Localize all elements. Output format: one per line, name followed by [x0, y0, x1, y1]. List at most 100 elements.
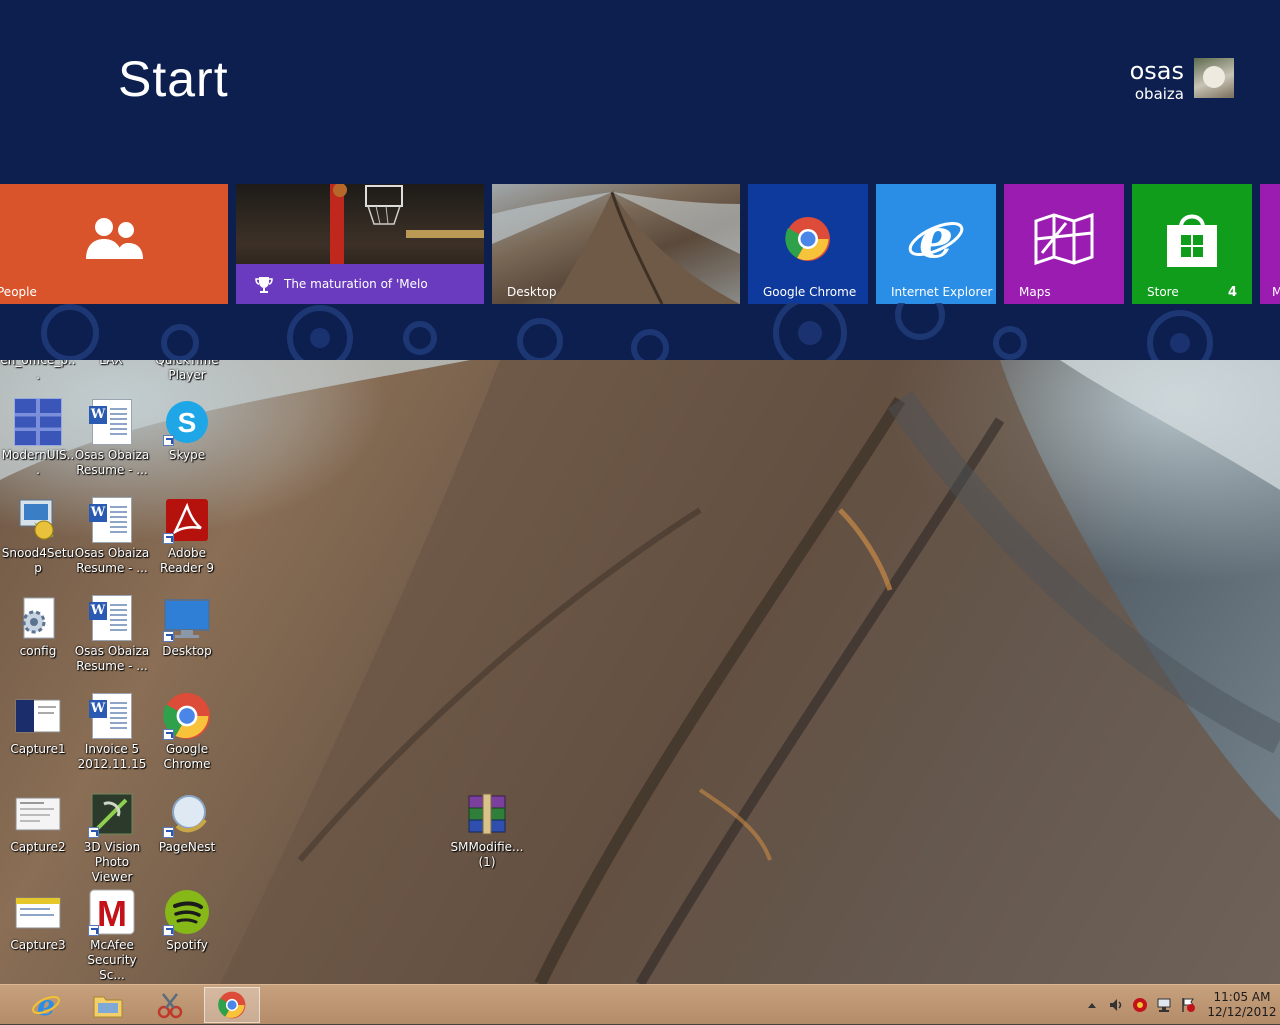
- system-tray: 11:05 AM 12/12/2012: [1080, 985, 1280, 1025]
- spotify-icon: [163, 888, 211, 936]
- desktop-icon-label: Skype: [168, 448, 206, 462]
- desktop-icon-smmodifier[interactable]: SMModifie... (1): [449, 790, 525, 870]
- desktop-icon-capture1[interactable]: Capture1: [0, 692, 76, 757]
- desktop-icon-capture2[interactable]: Capture2: [0, 790, 76, 855]
- desktop-icon-snood4setup[interactable]: Snood4Setup: [0, 496, 76, 576]
- action-center-flag-icon[interactable]: [1178, 995, 1198, 1015]
- tile-people[interactable]: People: [0, 184, 228, 304]
- tile-google-chrome[interactable]: Google Chrome: [748, 184, 868, 304]
- grid-app-icon: [14, 398, 62, 446]
- user-account[interactable]: osas obaiza: [1130, 58, 1234, 104]
- image-file-icon: [14, 790, 62, 838]
- winrar-archive-icon: [463, 790, 511, 838]
- network-icon[interactable]: [1154, 995, 1174, 1015]
- desktop-icon-resume-1[interactable]: W Osas Obaiza Resume - ...: [74, 398, 150, 478]
- desktop-icon-invoice[interactable]: W Invoice 5 2012.11.15: [74, 692, 150, 772]
- desktop-icon-adobe-reader[interactable]: Adobe Reader 9: [149, 496, 225, 576]
- chrome-icon: [163, 692, 211, 740]
- taskbar-internet-explorer[interactable]: e: [18, 987, 74, 1023]
- tile-maps[interactable]: Maps: [1004, 184, 1124, 304]
- taskbar-google-chrome[interactable]: [204, 987, 260, 1023]
- shortcut-arrow-icon: [88, 827, 99, 838]
- maps-icon: [1034, 213, 1094, 266]
- desktop-icon-skype[interactable]: S Skype: [149, 398, 225, 463]
- desktop-icon-label: config: [19, 644, 57, 658]
- image-file-icon: [14, 888, 62, 936]
- desktop-icon-label-partial[interactable]: LAX: [73, 360, 149, 368]
- desktop-icon-label: McAfee Security Sc...: [87, 938, 137, 982]
- desktop-icon-desktop[interactable]: Desktop: [149, 594, 225, 659]
- store-update-badge: 4: [1227, 285, 1237, 300]
- tile-internet-explorer[interactable]: e Internet Explorer: [876, 184, 996, 304]
- svg-text:e: e: [37, 990, 55, 1020]
- config-file-icon: [14, 594, 62, 642]
- shortcut-arrow-icon: [163, 827, 174, 838]
- volume-icon[interactable]: [1106, 995, 1126, 1015]
- desktop-icon-label: ModernUIS...: [1, 448, 75, 477]
- taskbar-file-explorer[interactable]: [80, 987, 136, 1023]
- image-file-icon: [14, 692, 62, 740]
- tile-people-label: People: [0, 285, 37, 299]
- desktop-icon-resume-3[interactable]: W Osas Obaiza Resume - ...: [74, 594, 150, 674]
- tile-store[interactable]: Store 4: [1132, 184, 1252, 304]
- internet-explorer-icon: e: [32, 990, 60, 1020]
- desktop-icon-label: Google Chrome: [163, 742, 211, 771]
- skype-icon: S: [163, 398, 211, 446]
- installer-icon: [14, 496, 62, 544]
- desktop-icon-label: SMModifie... (1): [450, 840, 524, 869]
- taskbar-snipping-tool[interactable]: [142, 987, 198, 1023]
- trophy-icon: [255, 277, 273, 293]
- desktop-icon-pagenest[interactable]: PageNest: [149, 790, 225, 855]
- desktop: en_office_p... LAX QuickTime Player Mode…: [0, 360, 1280, 984]
- word-document-icon: W: [88, 496, 136, 544]
- desktop-icon-resume-2[interactable]: W Osas Obaiza Resume - ...: [74, 496, 150, 576]
- desktop-icon-label: Snood4Setup: [1, 546, 75, 575]
- user-names: osas obaiza: [1130, 58, 1184, 104]
- word-document-icon: W: [88, 594, 136, 642]
- desktop-icon-label: Spotify: [166, 938, 208, 952]
- desktop-icon-label: Capture3: [10, 938, 66, 952]
- word-document-icon: W: [88, 398, 136, 446]
- shortcut-arrow-icon: [163, 925, 174, 936]
- tile-desktop[interactable]: Desktop: [492, 184, 740, 304]
- word-document-icon: W: [88, 692, 136, 740]
- tile-store-label: Store: [1147, 285, 1179, 299]
- desktop-icon-spotify[interactable]: Spotify: [149, 888, 225, 953]
- sports-photo: [330, 184, 484, 264]
- mcafee-tray-icon[interactable]: [1130, 995, 1150, 1015]
- show-hidden-icons-chevron-up-icon[interactable]: [1082, 995, 1102, 1015]
- clock-time: 11:05 AM: [1213, 990, 1271, 1004]
- desktop-icon-google-chrome[interactable]: Google Chrome: [149, 692, 225, 772]
- tile-partial-label: M: [1272, 285, 1280, 299]
- tile-partial[interactable]: M: [1260, 184, 1280, 304]
- desktop-icon-3d-vision[interactable]: 3D Vision Photo Viewer: [74, 790, 150, 885]
- desktop-icon-label: 3D Vision Photo Viewer: [83, 840, 141, 884]
- svg-text:e: e: [919, 211, 953, 267]
- scissors-icon: [157, 993, 183, 1019]
- taskbar-clock[interactable]: 11:05 AM 12/12/2012: [1204, 990, 1280, 1020]
- desktop-icon-label: Desktop: [162, 644, 212, 658]
- svg-text:M: M: [97, 893, 127, 934]
- desktop-icon-config[interactable]: config: [0, 594, 76, 659]
- monitor-icon: [163, 594, 211, 642]
- desktop-icon-mcafee[interactable]: M McAfee Security Sc...: [74, 888, 150, 983]
- mcafee-icon: M: [88, 888, 136, 936]
- desktop-icon-capture3[interactable]: Capture3: [0, 888, 76, 953]
- taskbar: e 11:05 AM 12/12/2012: [0, 984, 1280, 1024]
- chrome-icon: [785, 217, 830, 262]
- desktop-icon-label-partial[interactable]: en_office_p...: [0, 360, 76, 383]
- tile-sports[interactable]: The maturation of 'Melo: [236, 184, 484, 304]
- desktop-icon-label: Osas Obaiza Resume - ...: [74, 644, 150, 673]
- desktop-icon-modernuis[interactable]: ModernUIS...: [0, 398, 76, 478]
- tile-maps-label: Maps: [1019, 285, 1051, 299]
- store-bag-icon: [1167, 214, 1217, 268]
- desktop-icon-label-partial[interactable]: QuickTime Player: [149, 360, 225, 383]
- shortcut-arrow-icon: [163, 631, 174, 642]
- shortcut-arrow-icon: [163, 533, 174, 544]
- people-icon: [86, 218, 143, 260]
- avatar[interactable]: [1194, 58, 1234, 98]
- user-first-name: osas: [1129, 57, 1184, 85]
- tile-row: People The maturation of 'Melo Desktop G…: [0, 184, 1280, 304]
- shortcut-arrow-icon: [163, 435, 174, 446]
- tile-chrome-label: Google Chrome: [763, 285, 857, 299]
